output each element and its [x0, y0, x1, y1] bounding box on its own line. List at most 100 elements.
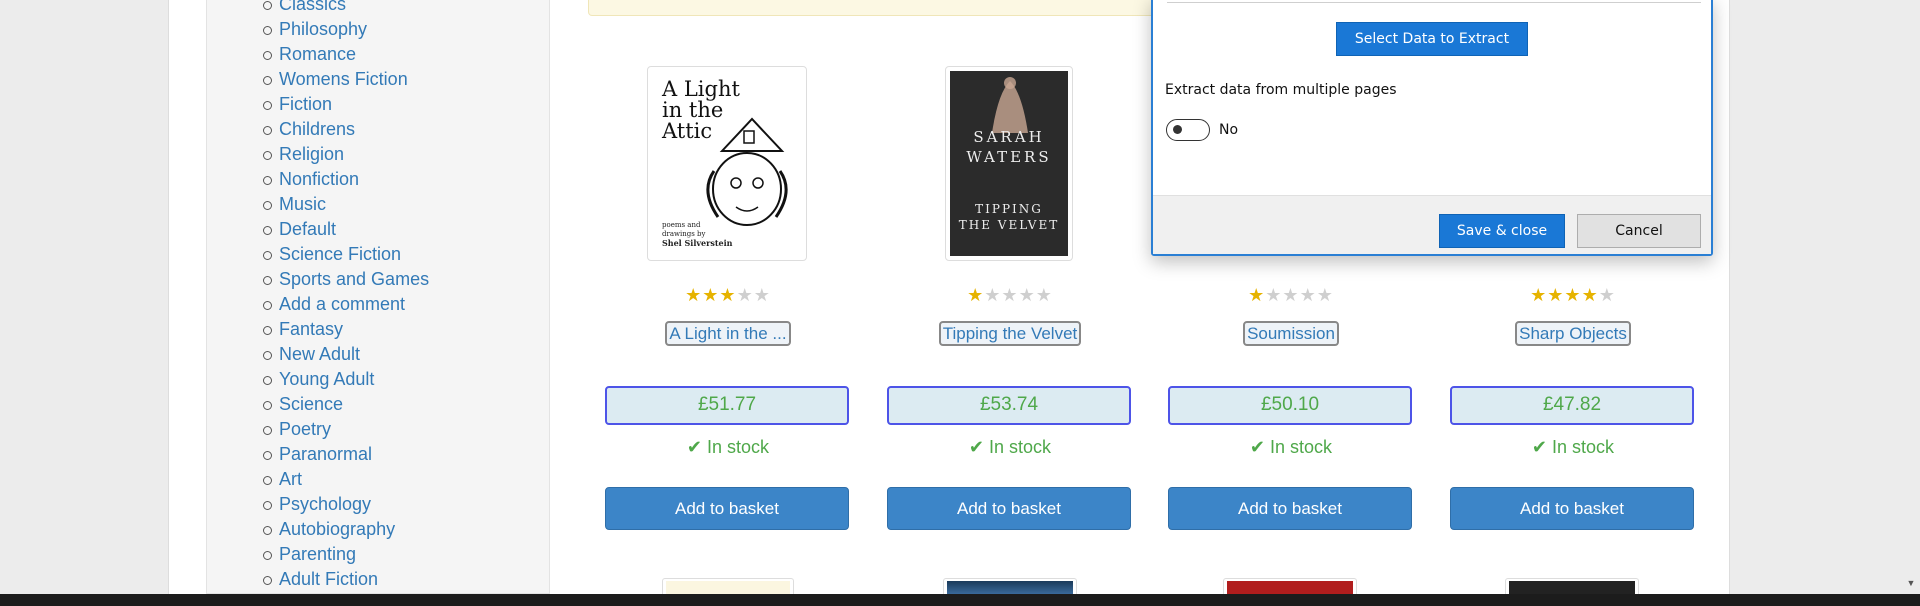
- cover-illustration-icon: [992, 77, 1028, 133]
- multi-page-toggle[interactable]: [1166, 119, 1210, 141]
- stock-status: ✔ In stock: [887, 436, 1133, 458]
- category-link[interactable]: Philosophy: [263, 17, 429, 42]
- category-link[interactable]: Fantasy: [263, 317, 429, 342]
- multi-page-label: Extract data from multiple pages: [1165, 82, 1397, 98]
- book-cover[interactable]: [662, 578, 794, 594]
- extract-settings-dialog: Select Data to Extract Extract data from…: [1151, 0, 1713, 256]
- star-rating: ★★★★★: [1450, 284, 1696, 306]
- add-to-basket-button[interactable]: Add to basket: [887, 487, 1131, 530]
- star-rating: ★★★★★: [887, 284, 1133, 306]
- book-cover[interactable]: SARAH WATERS TIPPING THE VELVET: [945, 66, 1073, 261]
- category-link[interactable]: Autobiography: [263, 517, 429, 542]
- category-link[interactable]: Psychology: [263, 492, 429, 517]
- star-icon: ★: [1035, 285, 1053, 305]
- star-icon: ★: [1581, 285, 1599, 305]
- add-to-basket-button[interactable]: Add to basket: [1168, 487, 1412, 530]
- category-link[interactable]: Default: [263, 217, 429, 242]
- cover-title-line: THE VELVET: [958, 218, 1060, 232]
- star-icon: ★: [1547, 285, 1565, 305]
- check-icon: ✔: [968, 437, 985, 457]
- category-link[interactable]: Religion: [263, 142, 429, 167]
- dialog-footer: Save & close Cancel: [1153, 195, 1711, 254]
- product-title-link[interactable]: Soumission: [1243, 321, 1339, 346]
- cover-title-line: TIPPING: [975, 202, 1043, 216]
- stock-label: In stock: [989, 437, 1052, 457]
- check-icon: ✔: [1249, 437, 1266, 457]
- toggle-state-label: No: [1219, 122, 1239, 138]
- star-icon: ★: [967, 285, 985, 305]
- product-price: £53.74: [887, 386, 1131, 425]
- category-link[interactable]: Nonfiction: [263, 167, 429, 192]
- product-price: £51.77: [605, 386, 849, 425]
- check-icon: ✔: [1531, 437, 1548, 457]
- cover-author: SARAH: [973, 128, 1045, 146]
- scroll-down-arrow-icon[interactable]: ▼: [1904, 578, 1918, 590]
- category-link[interactable]: Romance: [263, 42, 429, 67]
- book-cover[interactable]: [943, 578, 1077, 594]
- book-cover-image: A Light in the Attic poems and drawings …: [652, 71, 802, 256]
- star-rating: ★★★★★: [1168, 284, 1414, 306]
- product-title-link[interactable]: Tipping the Velvet: [938, 321, 1082, 346]
- cover-author: Shel Silverstein: [662, 238, 733, 248]
- category-link[interactable]: Paranormal: [263, 442, 429, 467]
- category-link[interactable]: Poetry: [263, 417, 429, 442]
- cover-subtitle: poems and: [662, 221, 701, 229]
- book-cover-image: [666, 581, 790, 594]
- taskbar: [0, 594, 1920, 606]
- category-link[interactable]: Art: [263, 467, 429, 492]
- category-link[interactable]: Science Fiction: [263, 242, 429, 267]
- category-link[interactable]: Parenting: [263, 542, 429, 567]
- cover-illustration-icon: [706, 117, 788, 226]
- category-link[interactable]: Music: [263, 192, 429, 217]
- add-to-basket-button[interactable]: Add to basket: [605, 487, 849, 530]
- stock-label: In stock: [1270, 437, 1333, 457]
- product-card: SARAH WATERS TIPPING THE VELVET ★★★★★ Ti…: [887, 66, 1133, 530]
- book-cover[interactable]: [1223, 578, 1357, 594]
- star-icon: ★: [1018, 285, 1036, 305]
- book-cover[interactable]: [1505, 578, 1639, 594]
- star-icon: ★: [1564, 285, 1582, 305]
- product-price: £47.82: [1450, 386, 1694, 425]
- category-link[interactable]: Classics: [263, 0, 429, 17]
- star-icon: ★: [753, 285, 771, 305]
- category-link[interactable]: Womens Fiction: [263, 67, 429, 92]
- book-cover[interactable]: A Light in the Attic poems and drawings …: [647, 66, 807, 261]
- save-close-button[interactable]: Save & close: [1439, 214, 1565, 248]
- product-card: A Light in the Attic poems and drawings …: [605, 66, 851, 530]
- alert-banner: [588, 0, 1188, 16]
- product-title-link[interactable]: A Light in the ...: [665, 321, 791, 346]
- category-link[interactable]: Add a comment: [263, 292, 429, 317]
- book-cover-image: [1509, 581, 1635, 594]
- category-link[interactable]: New Adult: [263, 342, 429, 367]
- star-icon: ★: [1598, 285, 1616, 305]
- category-list: Classics Philosophy Romance Womens Ficti…: [263, 0, 429, 592]
- star-icon: ★: [1001, 285, 1019, 305]
- check-icon: ✔: [686, 437, 703, 457]
- book-cover-image: SARAH WATERS TIPPING THE VELVET: [950, 71, 1068, 256]
- category-link[interactable]: Young Adult: [263, 367, 429, 392]
- cover-title-line: A Light: [662, 77, 740, 101]
- star-icon: ★: [1530, 285, 1548, 305]
- category-link[interactable]: Childrens: [263, 117, 429, 142]
- add-to-basket-button[interactable]: Add to basket: [1450, 487, 1694, 530]
- category-link[interactable]: Science: [263, 392, 429, 417]
- stock-status: ✔ In stock: [1168, 436, 1414, 458]
- star-icon: ★: [984, 285, 1002, 305]
- star-icon: ★: [1282, 285, 1300, 305]
- star-icon: ★: [736, 285, 754, 305]
- book-cover-image: [1227, 581, 1353, 594]
- product-price: £50.10: [1168, 386, 1412, 425]
- star-icon: ★: [1316, 285, 1334, 305]
- category-link[interactable]: Sports and Games: [263, 267, 429, 292]
- product-title-link[interactable]: Sharp Objects: [1515, 321, 1631, 346]
- select-data-button[interactable]: Select Data to Extract: [1336, 22, 1528, 56]
- cancel-button[interactable]: Cancel: [1577, 214, 1701, 248]
- book-cover-image: [947, 581, 1073, 594]
- star-icon: ★: [1248, 285, 1266, 305]
- star-icon: ★: [1299, 285, 1317, 305]
- star-icon: ★: [1265, 285, 1283, 305]
- category-link[interactable]: Adult Fiction: [263, 567, 429, 592]
- toggle-knob: [1173, 125, 1182, 134]
- star-icon: ★: [685, 285, 703, 305]
- category-link[interactable]: Fiction: [263, 92, 429, 117]
